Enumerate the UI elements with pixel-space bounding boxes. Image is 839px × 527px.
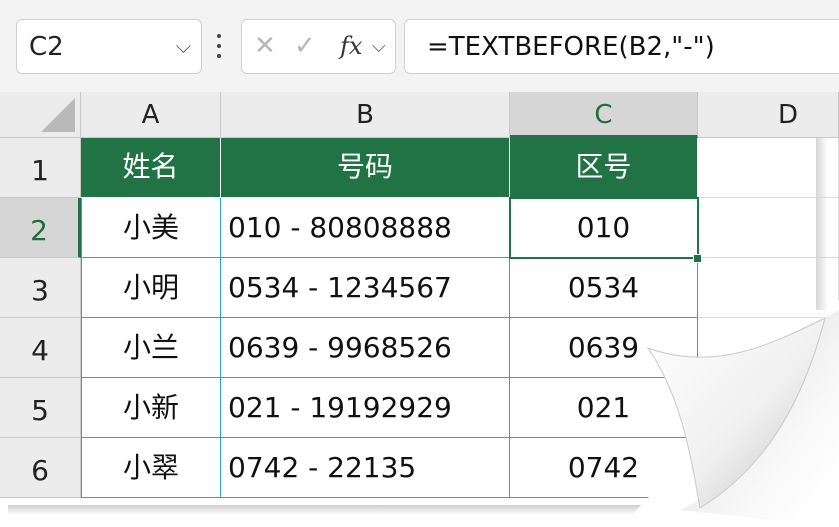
column-header-d[interactable]: D bbox=[698, 92, 839, 138]
table-cell[interactable]: 0534 - 1234567 bbox=[221, 258, 510, 318]
column-header-c[interactable]: C bbox=[510, 92, 698, 138]
table-cell[interactable]: 010 - 80808888 bbox=[221, 198, 510, 258]
header-cell-name[interactable]: 姓名 bbox=[81, 138, 221, 198]
column-header-a[interactable]: A bbox=[81, 92, 221, 138]
spreadsheet-window: C2 ⌵ ✕ ✓ fx ⌵ =TEXTBEFORE(B2,"-") A B C … bbox=[0, 0, 839, 527]
select-all-button[interactable] bbox=[0, 92, 81, 138]
fill-handle[interactable] bbox=[693, 254, 702, 263]
table-cell[interactable]: 小美 bbox=[81, 198, 221, 258]
row-header-6[interactable]: 6 bbox=[0, 438, 81, 498]
table-cell[interactable]: 021 - 19192929 bbox=[221, 378, 510, 438]
name-box-value[interactable]: C2 bbox=[29, 32, 64, 62]
empty-cell[interactable] bbox=[698, 198, 839, 258]
row-header-2[interactable]: 2 bbox=[0, 198, 81, 258]
column-header-b[interactable]: B bbox=[221, 92, 510, 138]
cancel-icon[interactable]: ✕ bbox=[254, 31, 276, 61]
header-cell-area-code[interactable]: 区号 bbox=[510, 138, 698, 198]
empty-cell[interactable] bbox=[698, 138, 839, 198]
table-cell[interactable]: 0742 - 22135 bbox=[221, 438, 510, 498]
formula-text[interactable]: =TEXTBEFORE(B2,"-") bbox=[427, 32, 715, 62]
active-cell-selection bbox=[509, 197, 699, 259]
row-header-5[interactable]: 5 bbox=[0, 378, 81, 438]
formula-actions: ✕ ✓ fx ⌵ bbox=[241, 19, 396, 74]
page-curl-decoration bbox=[620, 300, 839, 527]
formula-bar: C2 ⌵ ✕ ✓ fx ⌵ =TEXTBEFORE(B2,"-") bbox=[0, 0, 839, 92]
enter-icon[interactable]: ✓ bbox=[294, 31, 316, 61]
name-box[interactable]: C2 ⌵ bbox=[16, 19, 202, 74]
table-cell[interactable]: 小翠 bbox=[81, 438, 221, 498]
formula-input[interactable]: =TEXTBEFORE(B2,"-") bbox=[404, 19, 839, 74]
table-cell[interactable]: 小新 bbox=[81, 378, 221, 438]
row-header-1[interactable]: 1 bbox=[0, 138, 81, 198]
table-cell[interactable]: 0639 - 9968526 bbox=[221, 318, 510, 378]
chevron-down-icon[interactable]: ⌵ bbox=[372, 36, 386, 57]
table-cell[interactable]: 小兰 bbox=[81, 318, 221, 378]
chevron-down-icon[interactable]: ⌵ bbox=[176, 34, 191, 58]
row-header-4[interactable]: 4 bbox=[0, 318, 81, 378]
row-header-3[interactable]: 3 bbox=[0, 258, 81, 318]
more-options-icon[interactable] bbox=[214, 28, 224, 58]
header-cell-number[interactable]: 号码 bbox=[221, 138, 510, 198]
table-cell[interactable]: 小明 bbox=[81, 258, 221, 318]
insert-function-icon[interactable]: fx bbox=[340, 32, 362, 60]
